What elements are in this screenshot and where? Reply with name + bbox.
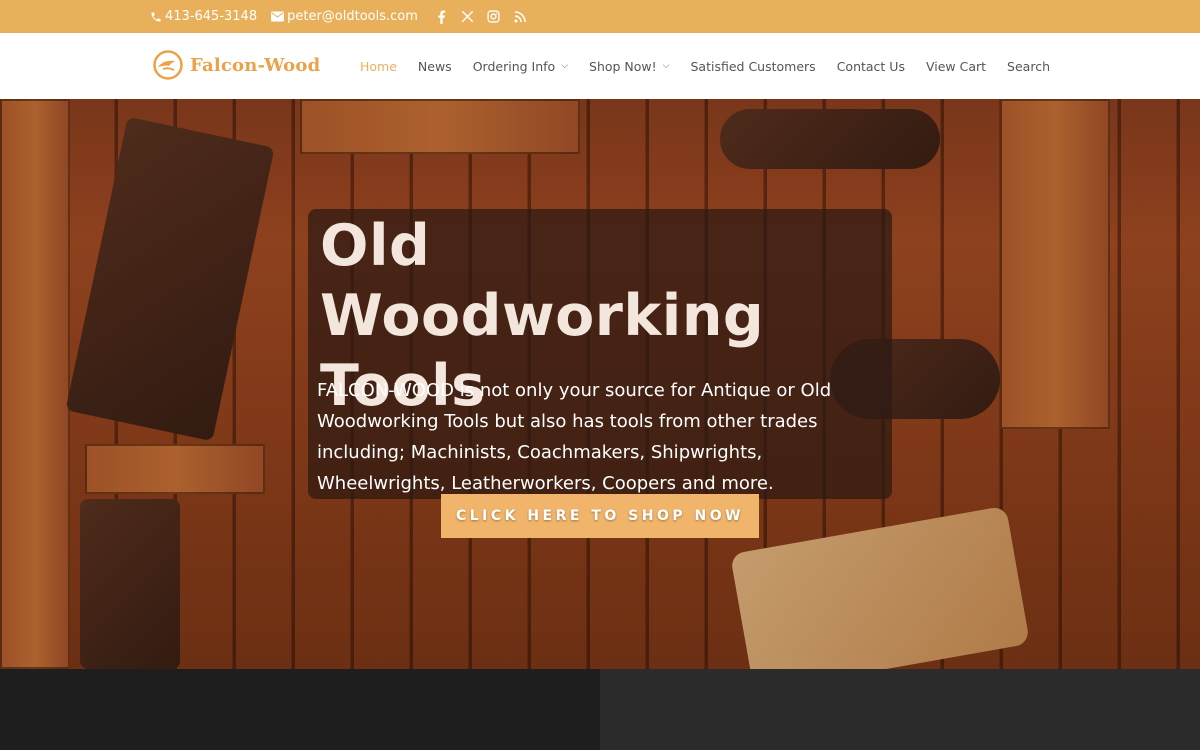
footer-section-right <box>600 669 1200 750</box>
nav-news[interactable]: News <box>418 59 452 74</box>
nav-label: Shop Now! <box>589 58 657 74</box>
instagram-icon[interactable] <box>486 9 502 25</box>
site-logo[interactable]: Falcon-Wood <box>153 50 320 80</box>
nav-label: Ordering Info <box>472 58 556 74</box>
envelope-icon <box>271 11 285 22</box>
phone-link[interactable]: 413-645-3148 <box>150 9 257 24</box>
main-nav: Home News Ordering Info ⌵ Shop Now! ⌵ Sa… <box>339 33 1050 99</box>
nav-contact-us[interactable]: Contact Us <box>837 59 905 74</box>
x-icon[interactable] <box>460 9 476 25</box>
nav-home[interactable]: Home <box>360 59 397 74</box>
nav-label: View Cart <box>925 58 987 74</box>
logo-text: Falcon-Wood <box>190 54 321 76</box>
top-bar: 413-645-3148 peter@oldtools.com <box>0 0 1200 33</box>
facebook-icon[interactable] <box>434 9 450 25</box>
nav-label: Contact Us <box>836 58 905 74</box>
hero-description: FALCON-WOOD is not only your source for … <box>317 380 832 494</box>
nav-label: Satisfied Customers <box>690 58 816 74</box>
phone-number: 413-645-3148 <box>165 9 258 24</box>
nav-label: News <box>417 58 452 74</box>
hero-section: Old Woodworking Tools FALCON-WOOD is not… <box>0 99 1200 669</box>
rss-icon[interactable] <box>512 9 528 25</box>
nav-ordering-info[interactable]: Ordering Info ⌵ <box>473 59 568 74</box>
email-link[interactable]: peter@oldtools.com <box>271 9 418 24</box>
phone-icon <box>151 12 161 21</box>
nav-label: Home <box>360 58 397 74</box>
falcon-logo-icon <box>153 50 183 80</box>
email-address: peter@oldtools.com <box>287 9 418 24</box>
nav-satisfied-customers[interactable]: Satisfied Customers <box>691 59 816 74</box>
footer-section-left <box>0 669 600 750</box>
shop-now-button[interactable]: CLICK HERE TO SHOP NOW <box>441 494 759 538</box>
social-links <box>434 9 538 25</box>
chevron-down-icon: ⌵ <box>662 61 670 71</box>
nav-view-cart[interactable]: View Cart <box>926 59 986 74</box>
nav-label: Search <box>1007 58 1050 74</box>
chevron-down-icon: ⌵ <box>561 61 569 71</box>
nav-shop-now[interactable]: Shop Now! ⌵ <box>589 59 669 74</box>
nav-search[interactable]: Search <box>1007 59 1050 74</box>
main-header: Falcon-Wood Home News Ordering Info ⌵ Sh… <box>0 33 1200 99</box>
